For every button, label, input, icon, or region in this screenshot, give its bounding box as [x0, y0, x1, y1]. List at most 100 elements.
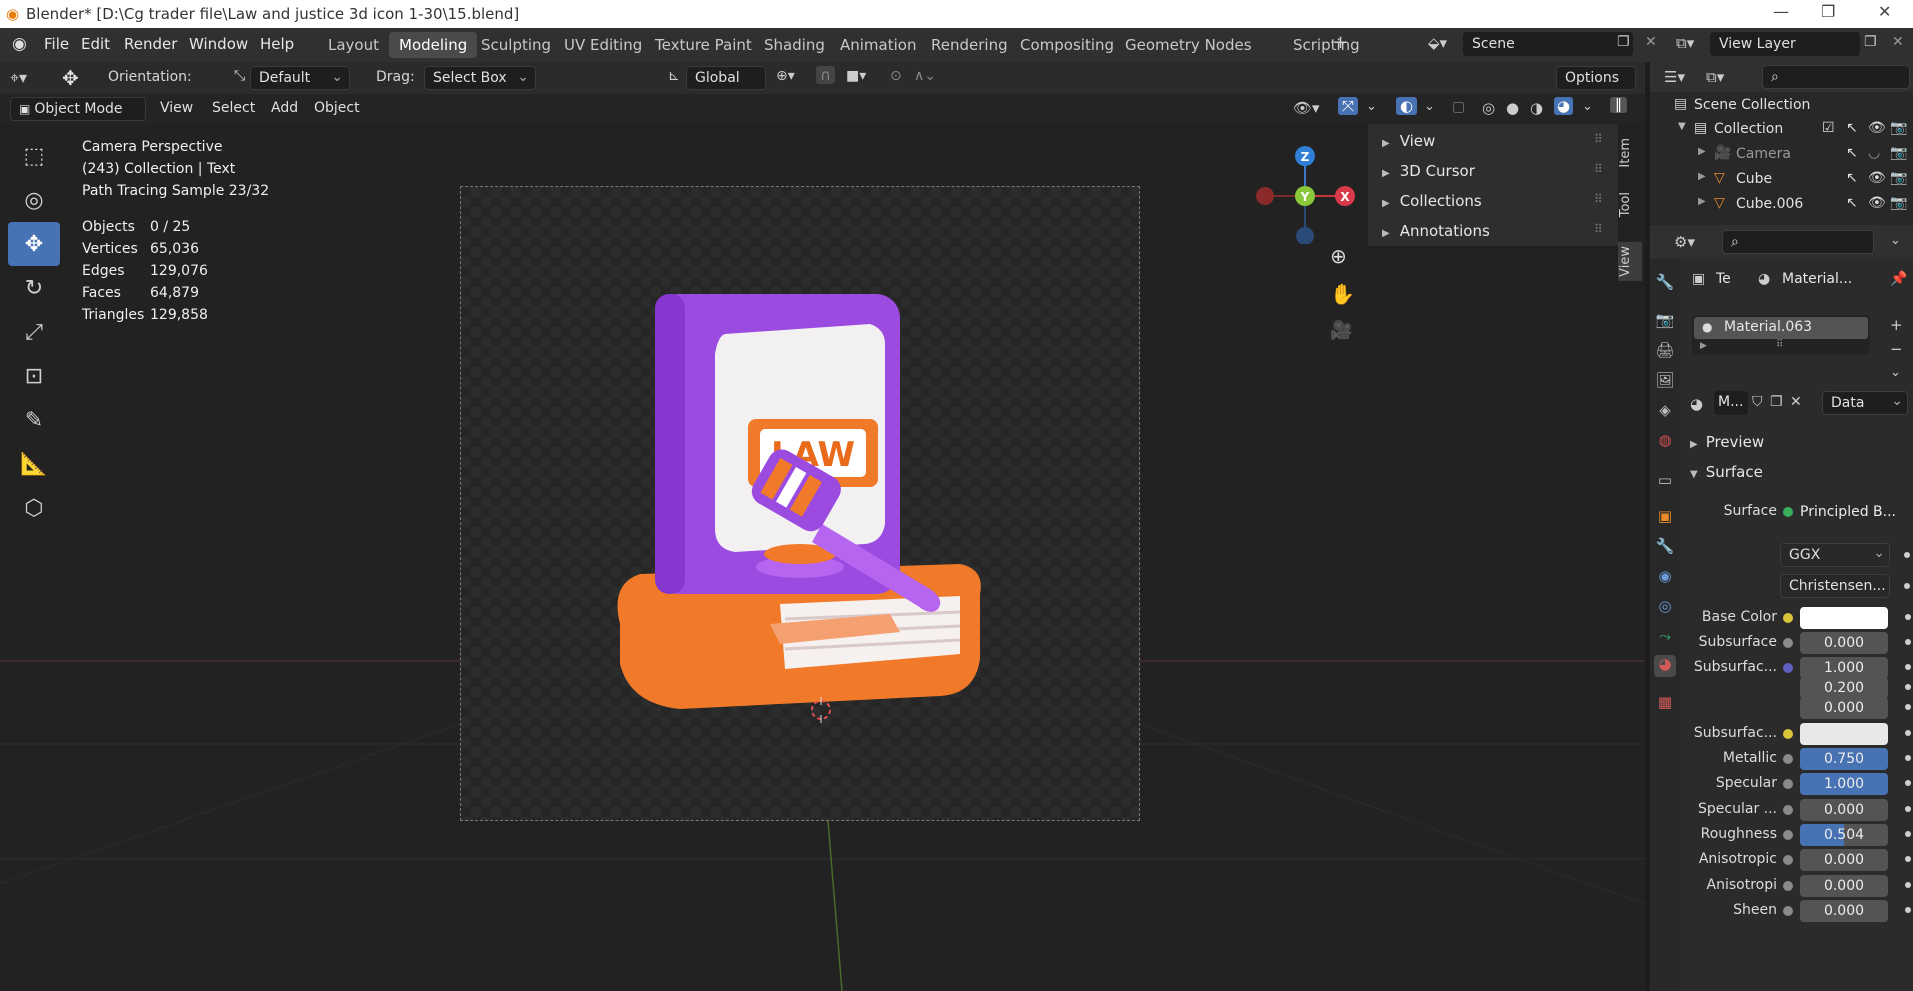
new-scene-icon[interactable]: ❐ [1617, 34, 1630, 50]
3d-viewport[interactable]: LAW ⬚ ◎ ✥ ↻ ⤢ ⊡ ✎ 📐 ⬡ Camera Perspective… [0, 124, 1645, 991]
solid-shading-icon[interactable]: ● [1506, 99, 1519, 117]
shader-input-field[interactable]: 0.750 [1800, 748, 1888, 770]
remove-slot-icon[interactable]: − [1890, 340, 1903, 358]
npanel-3d-cursor[interactable]: ▶ 3D Cursor [1382, 162, 1475, 180]
orientation-dropdown[interactable]: Default ⌄ [250, 66, 350, 90]
transform-tool[interactable]: ⊡ [8, 354, 60, 398]
outliner-collection[interactable]: ▼ ▤ Collection ☑ ↖ 👁 📷 [1650, 118, 1913, 142]
surface-shader-field[interactable]: Principled B... [1800, 501, 1896, 523]
options-dropdown[interactable]: Options [1556, 66, 1636, 90]
display-mode-icon[interactable]: ⧉▾ [1706, 68, 1724, 86]
snap-target-icon[interactable]: ■▾ [846, 68, 866, 84]
measure-tool[interactable]: 📐 [8, 442, 60, 486]
collapse-arrow-icon[interactable]: ▼ [1678, 121, 1686, 132]
menu-edit[interactable]: Edit [81, 35, 110, 53]
expand-arrow-icon[interactable]: ▶ [1698, 196, 1706, 207]
world-tab-icon[interactable]: ◍ [1654, 431, 1676, 453]
pan-hand-icon[interactable]: ✋ [1330, 282, 1355, 306]
menu-help[interactable]: Help [260, 35, 294, 53]
keyframe-dot-icon[interactable] [1905, 639, 1911, 645]
physics-tab-icon[interactable]: ◎ [1654, 597, 1676, 619]
socket-icon[interactable] [1783, 663, 1793, 673]
shader-input-field[interactable] [1800, 723, 1888, 745]
keyframe-dot-icon[interactable] [1904, 583, 1910, 589]
zoom-icon[interactable]: ⊕ [1330, 244, 1347, 268]
tab-animation[interactable]: Animation [830, 32, 926, 58]
outliner-object-camera[interactable]: ▶ 🎥 Camera ↖ ◡ 📷 [1650, 143, 1913, 167]
tab-geometry-nodes[interactable]: Geometry Nodes [1115, 32, 1262, 58]
material-slot[interactable]: ● Material.063 [1694, 317, 1868, 339]
pivot-point-icon[interactable]: ⊕▾ [776, 68, 795, 84]
transform-orientation-dropdown[interactable]: Global [686, 66, 766, 90]
rendered-shading-icon[interactable]: ◕ [1554, 97, 1574, 115]
collection-tab-icon[interactable]: ▭ [1654, 471, 1676, 493]
chevron-down-icon[interactable]: ⌄ [1582, 99, 1593, 114]
menu-render[interactable]: Render [124, 35, 177, 53]
shader-input-field[interactable]: 0.000 [1800, 632, 1888, 654]
eye-closed-icon[interactable]: ◡ [1868, 145, 1880, 161]
npanel-annotations[interactable]: ▶ Annotations [1382, 222, 1490, 240]
chevron-down-icon[interactable]: ⌄ [1366, 99, 1377, 114]
keyframe-dot-icon[interactable] [1905, 704, 1911, 710]
socket-icon[interactable] [1783, 779, 1793, 789]
keyframe-dot-icon[interactable] [1905, 614, 1911, 620]
outliner-object-cube[interactable]: ▶ ▽ Cube ↖ 👁 📷 [1650, 168, 1913, 192]
view-layer-icon[interactable]: ⧉▾ [1676, 34, 1694, 52]
material-preview-icon[interactable]: ◑ [1530, 99, 1543, 117]
add-workspace-icon[interactable]: + [1333, 32, 1348, 53]
wireframe-shading-icon[interactable]: ◎ [1482, 99, 1495, 117]
move-tool[interactable]: ✥ [8, 222, 60, 266]
object-mode-dropdown[interactable]: ▣ Object Mode [10, 97, 146, 121]
add-slot-icon[interactable]: + [1890, 316, 1903, 334]
keyframe-dot-icon[interactable] [1905, 780, 1911, 786]
particles-tab-icon[interactable]: ◉ [1654, 567, 1676, 589]
socket-icon[interactable] [1783, 754, 1793, 764]
select-arrow-icon[interactable]: ↖ [1846, 145, 1858, 161]
cursor-tool[interactable]: ◎ [8, 178, 60, 222]
close-icon[interactable]: ✕ [1878, 2, 1891, 21]
eye-icon[interactable]: 👁 [1868, 120, 1886, 136]
keyframe-dot-icon[interactable] [1905, 882, 1911, 888]
eye-icon[interactable]: 👁 [1868, 195, 1886, 211]
subsurface-method-dropdown[interactable]: Christensen... [1780, 574, 1890, 598]
eye-icon[interactable]: 👁 [1868, 170, 1886, 186]
keyframe-dot-icon[interactable] [1905, 856, 1911, 862]
properties-search[interactable]: ⌕ [1722, 230, 1874, 254]
tab-shading[interactable]: Shading [754, 32, 835, 58]
preview-section[interactable]: ▶ Preview [1690, 433, 1764, 451]
menu-select[interactable]: Select [204, 97, 263, 121]
outliner-scene-collection[interactable]: ▤ Scene Collection [1650, 94, 1913, 118]
render-camera-icon[interactable]: 📷 [1890, 170, 1907, 186]
shader-input-field[interactable]: 0.000 [1800, 875, 1888, 897]
drag-handle-icon[interactable]: ⠿ [1594, 192, 1603, 206]
socket-icon[interactable] [1783, 805, 1793, 815]
render-tab-icon[interactable]: 📷 [1654, 311, 1676, 333]
socket-icon[interactable] [1783, 613, 1793, 623]
maximize-icon[interactable]: ❐ [1821, 2, 1835, 21]
texture-tab-icon[interactable]: ▦ [1654, 693, 1676, 715]
socket-icon[interactable] [1783, 729, 1793, 739]
fake-user-icon[interactable]: ⛉ [1752, 394, 1763, 410]
expand-arrow-icon[interactable]: ▶ [1698, 171, 1706, 182]
checkbox-icon[interactable]: ☑ [1822, 120, 1835, 136]
tab-uv-editing[interactable]: UV Editing [554, 32, 652, 58]
tab-scripting[interactable]: Scripting [1283, 32, 1370, 58]
surface-section[interactable]: ▼ Surface [1690, 463, 1763, 481]
tab-item[interactable]: Item [1618, 138, 1642, 168]
annotate-tool[interactable]: ✎ [8, 398, 60, 442]
material-tab-icon[interactable]: ◕ [1654, 655, 1676, 677]
overlay-toggle-icon[interactable]: ◐ [1396, 97, 1418, 115]
shader-input-field[interactable] [1800, 607, 1888, 629]
camera-view-icon[interactable]: 🎥 [1330, 320, 1352, 341]
new-view-layer-icon[interactable]: ❐ [1864, 34, 1877, 50]
keyframe-dot-icon[interactable] [1904, 552, 1910, 558]
tab-rendering[interactable]: Rendering [921, 32, 1018, 58]
scene-name-field[interactable]: Scene [1463, 32, 1633, 56]
scale-tool[interactable]: ⤢ [8, 310, 60, 354]
keyframe-dot-icon[interactable] [1905, 664, 1911, 670]
delete-view-layer-icon[interactable]: ✕ [1892, 34, 1904, 50]
outliner-search[interactable]: ⌕ [1762, 65, 1910, 89]
pause-render-icon[interactable]: ‖ [1610, 97, 1627, 113]
keyframe-dot-icon[interactable] [1905, 907, 1911, 913]
view-layer-tab-icon[interactable]: 🖼 [1654, 371, 1676, 393]
